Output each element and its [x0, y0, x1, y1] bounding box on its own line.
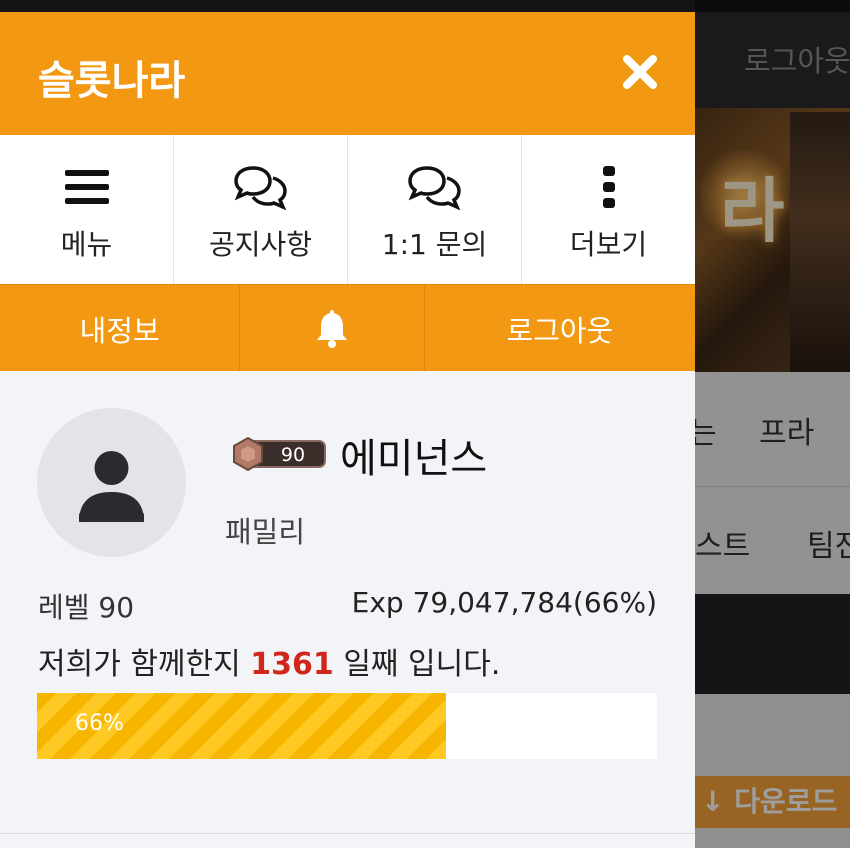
- menu-button[interactable]: 메뉴: [0, 135, 174, 284]
- more-label: 더보기: [569, 228, 648, 261]
- inquiry-label: 1:1 문의: [381, 228, 488, 261]
- my-info-button[interactable]: 내정보: [0, 285, 241, 372]
- days-count: 1361: [250, 647, 334, 682]
- more-vertical-icon: [581, 163, 637, 211]
- logout-label: 로그아웃: [506, 313, 614, 348]
- account-bar: 내정보 로그아웃: [0, 284, 695, 372]
- close-icon: [623, 55, 657, 89]
- notification-button[interactable]: [240, 285, 425, 372]
- divider: [0, 833, 695, 834]
- member-group: 패밀리: [225, 515, 306, 549]
- quick-menu: 메뉴 공지사항 1:1 문의 더보기: [0, 135, 695, 284]
- membership-days: 저희가 함께한지 1361 일째 입니다.: [38, 639, 500, 683]
- days-suffix: 일째 입니다.: [333, 647, 501, 682]
- logout-button[interactable]: 로그아웃: [425, 285, 695, 372]
- level-text: 레벨 90: [38, 591, 135, 624]
- my-info-label: 내정보: [79, 313, 160, 348]
- hamburger-icon: [59, 163, 115, 211]
- close-button[interactable]: [618, 50, 662, 94]
- notice-button[interactable]: 공지사항: [174, 135, 348, 284]
- bell-icon: [317, 309, 348, 348]
- chat-bubbles-icon: [233, 163, 289, 211]
- overlay-shade[interactable]: [695, 0, 850, 848]
- exp-progress-label: 66%: [75, 711, 124, 736]
- avatar: [37, 408, 186, 557]
- days-prefix: 저희가 함께한지: [38, 647, 251, 682]
- profile-section: 90 에미넌스 패밀리 레벨 90 Exp 79,047,784(66%) 저희…: [0, 371, 695, 848]
- menu-label: 메뉴: [60, 228, 113, 261]
- user-icon: [79, 451, 144, 522]
- site-title: 슬롯나라: [38, 58, 186, 104]
- side-drawer: 슬롯나라 메뉴 공지사항 1:1 문의 더보기 내정보 로그아웃 90 에미넌스…: [0, 12, 695, 848]
- inquiry-button[interactable]: 1:1 문의: [348, 135, 522, 284]
- exp-progress-bar: 66%: [37, 693, 657, 759]
- chat-bubbles-icon: [407, 163, 463, 211]
- more-button[interactable]: 더보기: [522, 135, 695, 284]
- level-badge-number: 90: [281, 444, 305, 466]
- exp-text: Exp 79,047,784(66%): [351, 586, 657, 619]
- notice-label: 공지사항: [208, 228, 313, 261]
- level-badge: 90: [231, 436, 327, 472]
- nickname: 에미넌스: [340, 436, 488, 482]
- drawer-header: 슬롯나라: [0, 12, 695, 135]
